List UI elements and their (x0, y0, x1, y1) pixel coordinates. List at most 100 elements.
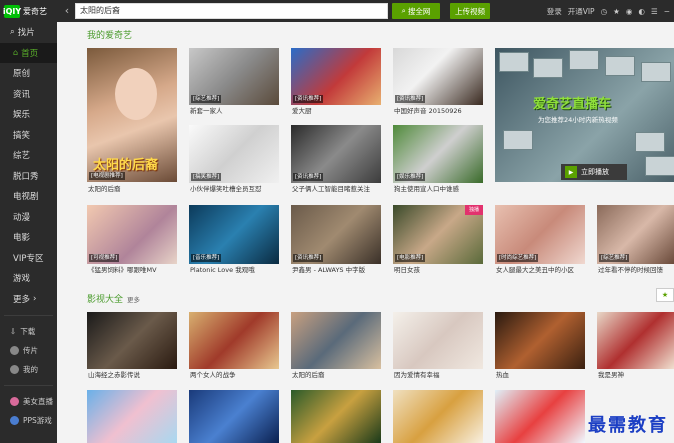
exclusive-ribbon: 独播 (465, 205, 483, 215)
video-tag: [娱乐推荐] (395, 173, 426, 181)
banner-thumb (605, 56, 635, 76)
play-icon: ▶ (565, 166, 577, 178)
video-thumbnail (291, 312, 381, 369)
sidebar-item-label: 首页 (21, 48, 39, 59)
video-tag: [资讯推荐] (293, 173, 324, 181)
video-tile[interactable]: [搞笑推荐] 小伙伴爆笑吐槽全员互怼 (189, 125, 279, 194)
video-tile[interactable] (291, 390, 381, 443)
video-caption: 热血 (496, 371, 509, 379)
sidebar-item-news[interactable]: 资讯 (0, 84, 57, 105)
video-tile[interactable]: [资讯推荐] 爱大厨 (291, 48, 381, 116)
video-tile[interactable]: 太阳的后裔 (291, 312, 381, 380)
back-arrow-icon[interactable]: ‹ (60, 4, 74, 17)
video-tile[interactable]: [资讯推荐] 尹鑫男 - ALWAYS 中字版 (291, 205, 381, 275)
video-thumbnail: [资讯推荐] (393, 48, 483, 105)
search-all-button[interactable]: ⌕ 搜全网 (392, 3, 440, 19)
upload-icon (10, 346, 19, 355)
video-caption: 两个女人的战争 (190, 371, 236, 379)
hero-title-overlay: 太阳的后裔 (93, 158, 159, 173)
video-thumbnail: [资讯推荐] (291, 125, 381, 183)
sidebar-item-home[interactable]: ⌂ 首页 (0, 42, 57, 63)
video-caption: 山海经之赤影传说 (88, 371, 140, 379)
star-icon[interactable]: ★ (613, 7, 620, 16)
skin-icon[interactable]: ◐ (638, 7, 645, 16)
history-icon[interactable]: ◷ (601, 7, 608, 16)
vip-link[interactable]: 开通VIP (568, 6, 595, 17)
message-icon[interactable]: ◉ (626, 7, 633, 16)
sidebar-item-more[interactable]: 更多 › (0, 289, 57, 310)
video-tile[interactable]: [音乐推荐] Platonic Love 我观哦 (189, 205, 279, 275)
sidebar-divider (4, 315, 53, 316)
sidebar-item-download[interactable]: ⇩ 下载 (0, 322, 57, 341)
video-caption: 因为爱情有幸福 (394, 371, 440, 379)
sidebar-item-upload[interactable]: 传片 (0, 341, 57, 360)
video-tile[interactable]: [娱乐推荐] 狗主使用宣人口中谁感 (393, 125, 483, 194)
sidebar-item-label: 我的 (23, 365, 38, 374)
video-caption: 尹鑫男 - ALWAYS 中字版 (292, 266, 366, 274)
video-tile[interactable]: 因为爱情有幸福 (393, 312, 483, 380)
sidebar-item-movie[interactable]: 电影 (0, 227, 57, 248)
video-tile[interactable]: 独播 [电影推荐] 明日女孩 (393, 205, 483, 275)
video-caption: 女人腿最大之美丑中的小区 (496, 266, 574, 274)
video-tile[interactable]: [时尚综艺推荐] 女人腿最大之美丑中的小区 (495, 205, 585, 275)
video-thumbnail (189, 312, 279, 369)
video-tile[interactable]: 热血 (495, 312, 585, 380)
banner-title: 爱奇艺直播车 (533, 97, 612, 112)
video-caption: 小伙伴爆笑吐槽全员互怼 (190, 185, 262, 193)
sidebar-item-vip[interactable]: VIP专区 (0, 248, 57, 269)
video-caption: 太阳的后裔 (292, 371, 325, 379)
sidebar-item-pps-game[interactable]: PPS游戏 (0, 411, 57, 430)
sidebar-item-tv[interactable]: 电视剧 (0, 186, 57, 207)
video-tile[interactable]: 山海经之赤影传说 (87, 312, 177, 380)
sidebar-item-label: PPS游戏 (23, 416, 52, 425)
video-tile-hero[interactable]: 太阳的后裔 [电视剧推荐] 太阳的后裔 (87, 48, 177, 194)
sidebar-item-game[interactable]: 游戏 (0, 268, 57, 289)
video-thumbnail (87, 312, 177, 369)
sidebar-item-search[interactable]: ⌕ 找片 (0, 22, 57, 43)
video-tile[interactable] (87, 390, 177, 443)
video-tile[interactable] (189, 390, 279, 443)
sidebar-item-original[interactable]: 原创 (0, 63, 57, 84)
video-tile[interactable]: 我是男神 (597, 312, 674, 380)
app-logo[interactable]: iQIY 爱奇艺 (0, 0, 57, 22)
video-caption: 过年看不停的时候回馈 (598, 266, 663, 274)
menu-icon[interactable]: ☰ (651, 7, 658, 16)
game-icon (10, 416, 19, 425)
sidebar-item-talkshow[interactable]: 脱口秀 (0, 166, 57, 187)
minimize-icon[interactable]: − (664, 7, 670, 16)
banner-thumb (533, 58, 563, 78)
sidebar-item-entertainment[interactable]: 娱乐 (0, 104, 57, 125)
sidebar-item-anime[interactable]: 动漫 (0, 207, 57, 228)
video-tile[interactable]: [可视推荐] 《猛男饲料》哪跟唯MV (87, 205, 177, 275)
upload-video-button[interactable]: 上传视频 (450, 3, 490, 19)
sidebar-item-variety[interactable]: 综艺 (0, 145, 57, 166)
banner-thumb (569, 50, 599, 70)
video-caption: 太阳的后裔 (88, 185, 121, 193)
top-right-controls: 登录 开通VIP ◷ ★ ◉ ◐ ☰ − (547, 3, 670, 19)
search-input[interactable]: 太阳的后裔 (75, 3, 388, 19)
login-link[interactable]: 登录 (547, 6, 562, 17)
sidebar-item-funny[interactable]: 搞笑 (0, 125, 57, 146)
video-tile[interactable]: [综艺推荐] 过年看不停的时候回馈 (597, 205, 674, 275)
video-tile[interactable] (495, 390, 585, 443)
video-tile[interactable] (393, 390, 483, 443)
play-now-button[interactable]: ▶ 立即播放 (561, 164, 627, 180)
live-promo-banner[interactable]: 爱奇艺直播车 为您推荐24小时内新热视频 ▶ 立即播放 (495, 48, 674, 182)
video-tile[interactable]: [资讯推荐] 父子俩人工智能目睹惹关注 (291, 125, 381, 194)
video-caption: 《猛男饲料》哪跟唯MV (88, 266, 157, 274)
watermark-text: 最需教育 (588, 415, 668, 436)
video-thumbnail: 太阳的后裔 [电视剧推荐] (87, 48, 177, 182)
star-icon[interactable]: ★ (656, 288, 674, 302)
video-tile[interactable]: 两个女人的战争 (189, 312, 279, 380)
video-thumbnail: [音乐推荐] (189, 205, 279, 264)
video-tile[interactable]: [综艺推荐] 新套一家人 (189, 48, 279, 116)
sidebar-item-mine[interactable]: 我的 (0, 360, 57, 379)
sidebar-item-live[interactable]: 美女直播 (0, 392, 57, 411)
main-content: 我的爱奇艺 太阳的后裔 [电视剧推荐] 太阳的后裔 [综艺推荐] 新套一家人 [… (57, 22, 674, 443)
video-tag: [可视推荐] (89, 254, 120, 262)
top-bar: iQIY 爱奇艺 ‹ 太阳的后裔 ⌕ 搜全网 上传视频 登录 开通VIP ◷ ★… (0, 0, 674, 22)
video-caption: 新套一家人 (190, 107, 223, 115)
more-link[interactable]: 更多 (127, 296, 140, 304)
video-caption: Platonic Love 我观哦 (190, 266, 255, 274)
video-tile[interactable]: [资讯推荐] 中国好声音 20150926 (393, 48, 483, 116)
